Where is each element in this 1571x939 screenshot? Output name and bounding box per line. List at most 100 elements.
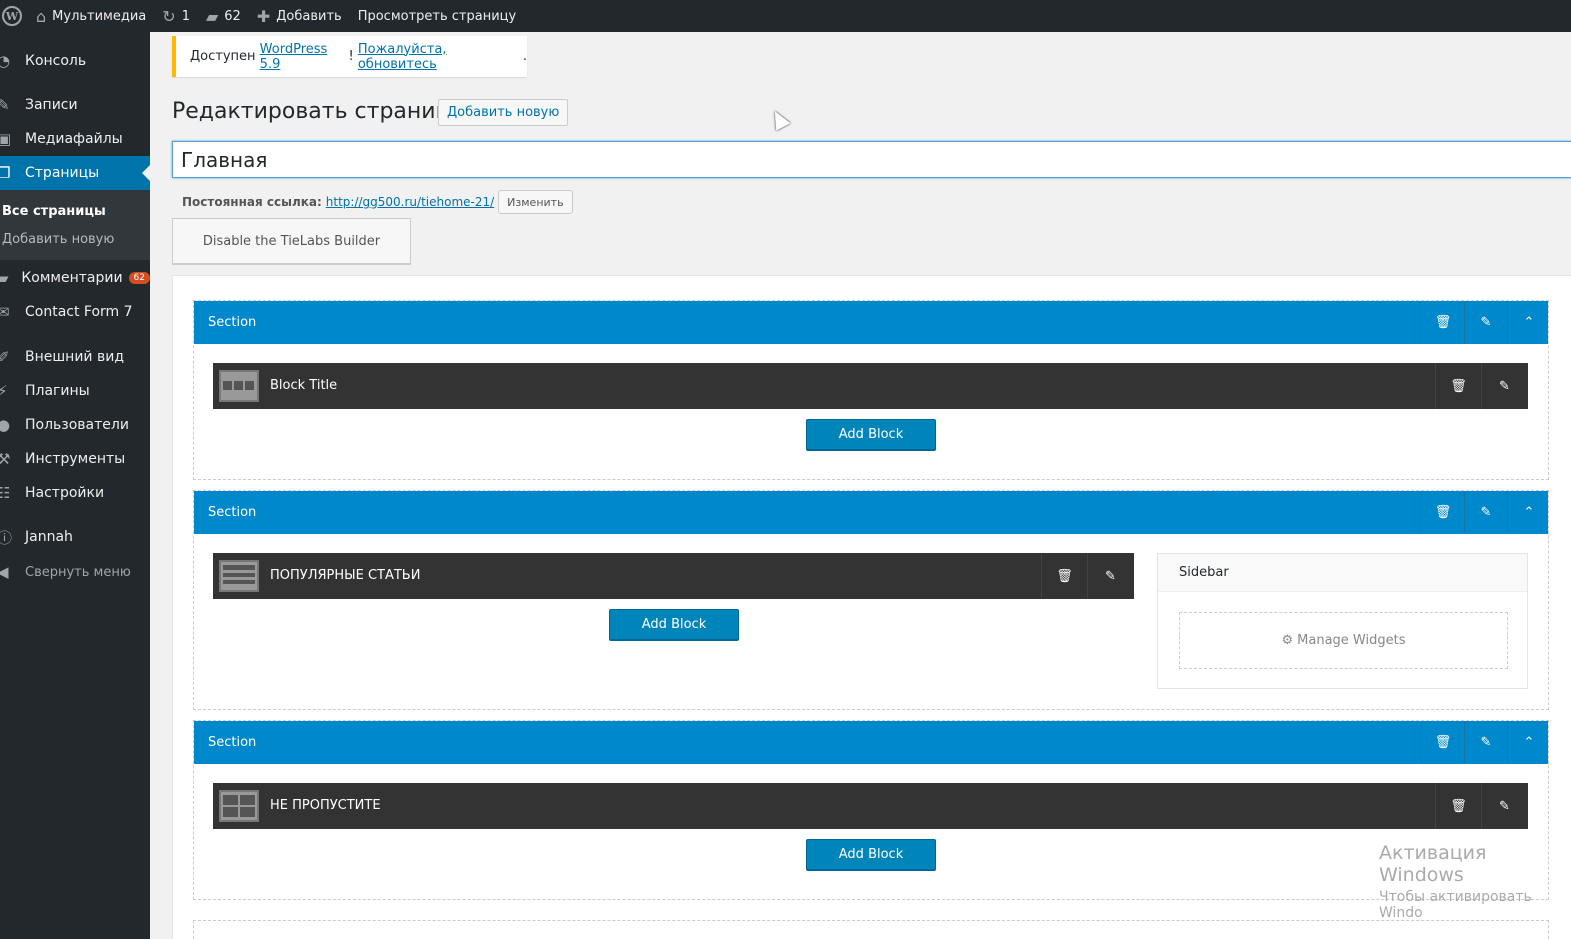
section-label: Section — [208, 315, 257, 330]
site-name-label: Мультимедиа — [52, 8, 147, 24]
comment-bubble-icon: ▰ — [205, 6, 219, 26]
block-title: Block Title — [270, 378, 338, 393]
wp-logo-menu[interactable]: W — [0, 0, 30, 32]
edit-block-button[interactable]: ✎ — [1087, 553, 1133, 599]
menu-item-pages[interactable]: ❐ Страницы — [0, 156, 150, 190]
trash-icon: 🗑 — [1056, 568, 1073, 584]
add-new-page-button[interactable]: Добавить новую — [438, 99, 569, 126]
add-block-button[interactable]: Add Block — [806, 839, 936, 870]
delete-section-button[interactable]: 🗑 — [1421, 721, 1464, 764]
add-new-menu[interactable]: ✚ Добавить — [249, 0, 350, 32]
media-icon: ▣ — [0, 130, 12, 148]
dashboard-icon: ◔ — [0, 52, 11, 70]
menu-item-posts[interactable]: ✎ Записи — [0, 88, 150, 122]
section-header[interactable]: Section — [194, 301, 1548, 344]
gear-icon: ⚙ — [1281, 633, 1294, 648]
menu-item-jannah[interactable]: ⓘ Jannah — [0, 520, 150, 554]
notice-suffix: . — [522, 49, 527, 64]
block-thumbnail-icon — [219, 560, 259, 592]
collapse-menu-button[interactable]: ◀ Свернуть меню — [0, 555, 150, 589]
menu-item-label: Внешний вид — [25, 349, 125, 365]
delete-block-button[interactable]: 🗑 — [1435, 783, 1481, 829]
trash-icon: 🗑 — [1434, 315, 1452, 330]
menu-item-plugins[interactable]: ⚡ Плагины — [0, 374, 150, 408]
notice-mid: ! — [348, 49, 354, 64]
manage-widgets-label: Manage Widgets — [1297, 633, 1406, 648]
next-section-edge — [193, 920, 1549, 939]
plus-icon: ✚ — [256, 6, 271, 26]
block-title: ПОПУЛЯРНЫЕ СТАТЬИ — [270, 568, 421, 583]
page-title: Редактировать страницу — [172, 99, 464, 124]
add-new-label: Добавить — [276, 8, 342, 24]
pencil-icon: ✎ — [1480, 315, 1492, 330]
update-notice: Доступен WordPress 5.9 ! Пожалуйста, обн… — [172, 36, 527, 77]
pencil-icon: ✎ — [1499, 378, 1510, 394]
menu-item-dashboard[interactable]: ◔ Консоль — [0, 44, 150, 78]
menu-item-comments[interactable]: ▰ Комментарии 62 — [0, 261, 150, 295]
comments-icon: ▰ — [0, 269, 9, 287]
submenu-add-new[interactable]: Добавить новую — [2, 232, 114, 247]
permalink-url[interactable]: http://gg500.ru/tiehome-21/ — [326, 195, 494, 209]
delete-block-button[interactable]: 🗑 — [1041, 553, 1087, 599]
edit-section-button[interactable]: ✎ — [1464, 491, 1507, 534]
manage-widgets-button[interactable]: ⚙ Manage Widgets — [1179, 612, 1508, 669]
add-block-button[interactable]: Add Block — [609, 609, 739, 640]
menu-item-label: Комментарии — [21, 270, 123, 286]
collapse-section-button[interactable]: ⌃ — [1507, 491, 1550, 534]
block-thumbnail-icon — [219, 370, 259, 402]
block-thumbnail-icon — [219, 790, 259, 822]
chevron-up-icon: ⌃ — [1523, 505, 1535, 520]
collapse-section-button[interactable]: ⌃ — [1507, 301, 1550, 344]
notice-prefix: Доступен — [190, 49, 256, 64]
updates-icon: ↻ — [162, 6, 176, 26]
menu-item-label: Jannah — [25, 529, 73, 545]
section-label: Section — [208, 505, 257, 520]
delete-section-button[interactable]: 🗑 — [1421, 491, 1464, 534]
settings-icon: ☷ — [0, 484, 11, 502]
edit-permalink-button[interactable]: Изменить — [498, 190, 573, 214]
edit-section-button[interactable]: ✎ — [1464, 721, 1507, 764]
builder-block[interactable]: Block Title 🗑 ✎ — [213, 363, 1528, 409]
pencil-icon: ✎ — [1105, 568, 1116, 584]
updates-count: 1 — [181, 8, 190, 24]
menu-item-appearance[interactable]: ✐ Внешний вид — [0, 340, 150, 374]
trash-icon: 🗑 — [1434, 735, 1452, 750]
delete-section-button[interactable]: 🗑 — [1421, 301, 1464, 344]
plugin-icon: ⚡ — [0, 382, 8, 400]
edit-section-button[interactable]: ✎ — [1464, 301, 1507, 344]
edit-block-button[interactable]: ✎ — [1481, 783, 1527, 829]
menu-item-label: Пользователи — [25, 417, 129, 433]
menu-item-settings[interactable]: ☷ Настройки — [0, 476, 150, 510]
menu-item-tools[interactable]: ⚒ Инструменты — [0, 442, 150, 476]
pencil-icon: ✎ — [1499, 798, 1510, 814]
update-link[interactable]: Пожалуйста, обновитесь — [358, 42, 523, 72]
disable-builder-button[interactable]: Disable the TieLabs Builder — [172, 218, 411, 264]
comments-count: 62 — [224, 8, 241, 24]
section-header[interactable]: Section — [194, 721, 1548, 764]
chevron-up-icon: ⌃ — [1523, 315, 1535, 330]
menu-item-users[interactable]: ● Пользователи — [0, 408, 150, 442]
section-label: Section — [208, 735, 257, 750]
permalink-row: Постоянная ссылка: http://gg500.ru/tieho… — [182, 190, 573, 214]
view-page-link[interactable]: Просмотреть страницу — [350, 0, 525, 32]
edit-block-button[interactable]: ✎ — [1481, 363, 1527, 409]
menu-item-label: Настройки — [25, 485, 105, 501]
site-name-link[interactable]: ⌂ Мультимедиа — [30, 0, 154, 32]
delete-block-button[interactable]: 🗑 — [1435, 363, 1481, 409]
collapse-section-button[interactable]: ⌃ — [1507, 721, 1550, 764]
add-block-button[interactable]: Add Block — [806, 419, 936, 450]
builder-block[interactable]: ПОПУЛЯРНЫЕ СТАТЬИ 🗑 ✎ — [213, 553, 1134, 599]
info-icon: ⓘ — [0, 528, 13, 547]
section-header[interactable]: Section — [194, 491, 1548, 534]
builder-block[interactable]: НЕ ПРОПУСТИТЕ 🗑 ✎ — [213, 783, 1528, 829]
menu-item-label: Плагины — [25, 383, 90, 399]
pages-submenu: Все страницы Добавить новую — [0, 190, 150, 260]
mouse-cursor-icon — [767, 107, 791, 131]
menu-item-contact-form[interactable]: ✉ Contact Form 7 — [0, 295, 150, 329]
comments-link[interactable]: ▰ 62 — [198, 0, 249, 32]
wordpress-version-link[interactable]: WordPress 5.9 — [260, 42, 349, 72]
post-title-input[interactable] — [172, 141, 1571, 178]
updates-link[interactable]: ↻ 1 — [154, 0, 198, 32]
submenu-all-pages[interactable]: Все страницы — [2, 204, 106, 219]
menu-item-media[interactable]: ▣ Медиафайлы — [0, 122, 150, 156]
